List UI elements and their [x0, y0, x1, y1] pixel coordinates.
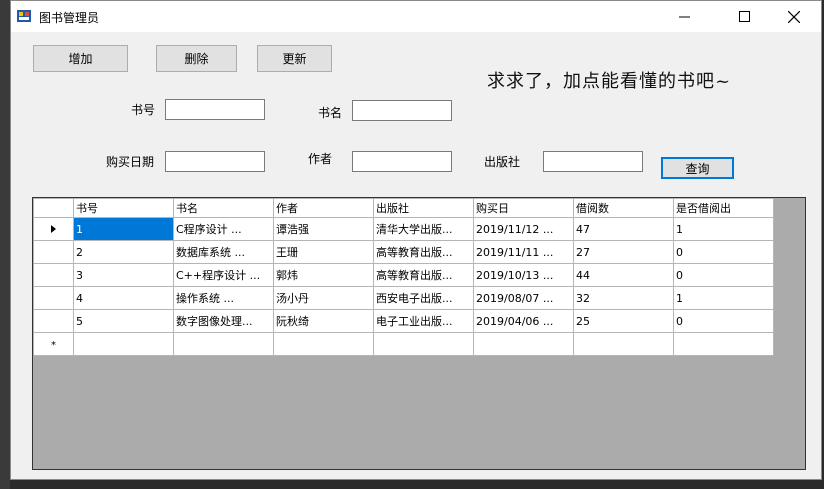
table-cell-new[interactable]	[173, 332, 274, 356]
book-name-input[interactable]	[352, 100, 452, 121]
table-cell[interactable]: 高等教育出版...	[373, 240, 474, 264]
current-row-arrow-icon	[51, 224, 56, 233]
maximize-button[interactable]	[721, 1, 767, 32]
table-cell-new[interactable]	[373, 332, 474, 356]
table-cell[interactable]: 阮秋绮	[273, 309, 374, 333]
column-header-book-name[interactable]: 书名	[173, 198, 274, 218]
table-cell[interactable]: 2019/10/13 ...	[473, 263, 574, 287]
close-button[interactable]	[771, 1, 817, 32]
author-input[interactable]	[352, 151, 452, 172]
table-cell[interactable]: 2019/11/12 ...	[473, 217, 574, 241]
column-header-book-id[interactable]: 书号	[73, 198, 174, 218]
publisher-label: 出版社	[484, 155, 521, 169]
purchase-date-label: 购买日期	[106, 155, 155, 169]
publisher-input[interactable]	[543, 151, 643, 172]
table-cell[interactable]: 数字图像处理...	[173, 309, 274, 333]
table-cell[interactable]: 0	[673, 240, 774, 264]
table-row[interactable]: 2 数据库系统 ... 王珊 高等教育出版... 2019/11/11 ... …	[33, 240, 774, 264]
book-id-label: 书号	[131, 103, 156, 117]
table-cell[interactable]: 王珊	[273, 240, 374, 264]
table-cell[interactable]: C程序设计 ...	[173, 217, 274, 241]
table-cell-new[interactable]	[473, 332, 574, 356]
column-header-is-borrowed[interactable]: 是否借阅出	[673, 198, 774, 218]
column-header-author[interactable]: 作者	[273, 198, 374, 218]
table-cell[interactable]: 1	[73, 217, 174, 241]
book-id-input[interactable]	[165, 99, 265, 120]
table-row[interactable]: 3 C++程序设计 ... 郭炜 高等教育出版... 2019/10/13 ..…	[33, 263, 774, 287]
table-cell[interactable]: 27	[573, 240, 674, 264]
table-cell[interactable]: 操作系统 ...	[173, 286, 274, 310]
table-cell[interactable]: 3	[73, 263, 174, 287]
table-cell[interactable]: 郭炜	[273, 263, 374, 287]
table-row[interactable]: 1 C程序设计 ... 谭浩强 清华大学出版... 2019/11/12 ...…	[33, 217, 774, 241]
table-cell[interactable]: 4	[73, 286, 174, 310]
slogan-text: 求求了，加点能看懂的书吧~	[487, 71, 732, 92]
table-cell[interactable]: 1	[673, 217, 774, 241]
book-name-label: 书名	[318, 106, 343, 120]
minimize-icon	[678, 16, 690, 18]
row-header[interactable]	[33, 286, 74, 310]
title-bar: 图书管理员	[11, 1, 821, 32]
new-row[interactable]: *	[33, 332, 774, 356]
table-row[interactable]: 5 数字图像处理... 阮秋绮 电子工业出版... 2019/04/06 ...…	[33, 309, 774, 333]
table-header-row: 书号 书名 作者 出版社 购买日 借阅数 是否借阅出	[33, 198, 774, 218]
maximize-icon	[738, 11, 750, 22]
table-row[interactable]: 4 操作系统 ... 汤小丹 西安电子出版... 2019/08/07 ... …	[33, 286, 774, 310]
query-button[interactable]: 查询	[661, 157, 734, 179]
table-cell[interactable]: 数据库系统 ...	[173, 240, 274, 264]
row-header[interactable]	[33, 309, 74, 333]
table-cell[interactable]: 2	[73, 240, 174, 264]
table-cell-new[interactable]	[673, 332, 774, 356]
table-cell[interactable]: 清华大学出版...	[373, 217, 474, 241]
row-header-current[interactable]	[33, 217, 74, 241]
purchase-date-input[interactable]	[165, 151, 265, 172]
table-cell[interactable]: 谭浩强	[273, 217, 374, 241]
row-header[interactable]	[33, 240, 74, 264]
column-header-borrow-count[interactable]: 借阅数	[573, 198, 674, 218]
main-window: 图书管理员 增加 删除 更新 求求了，加点能看懂的书吧~ 书号 书名 购买日期 …	[10, 0, 822, 480]
books-data-grid: 书号 书名 作者 出版社 购买日 借阅数 是否借阅出 1 C程序设计 ... 谭…	[32, 197, 806, 470]
table-cell[interactable]: 1	[673, 286, 774, 310]
window-title: 图书管理员	[39, 11, 100, 25]
table-cell[interactable]: 西安电子出版...	[373, 286, 474, 310]
table-cell[interactable]: 汤小丹	[273, 286, 374, 310]
add-button[interactable]: 增加	[33, 45, 128, 72]
table-cell[interactable]: 5	[73, 309, 174, 333]
table-cell[interactable]: 47	[573, 217, 674, 241]
new-row-header[interactable]: *	[33, 332, 74, 356]
table-cell[interactable]: 0	[673, 263, 774, 287]
minimize-button[interactable]	[661, 1, 707, 32]
author-label: 作者	[308, 152, 333, 166]
close-icon	[788, 10, 800, 23]
table-cell[interactable]: 2019/11/11 ...	[473, 240, 574, 264]
app-icon	[17, 10, 31, 22]
table-cell-new[interactable]	[573, 332, 674, 356]
table-cell[interactable]: 高等教育出版...	[373, 263, 474, 287]
column-header-purchase-date[interactable]: 购买日	[473, 198, 574, 218]
books-table: 书号 书名 作者 出版社 购买日 借阅数 是否借阅出 1 C程序设计 ... 谭…	[33, 198, 774, 356]
table-cell[interactable]: 25	[573, 309, 674, 333]
new-row-star-icon: *	[51, 339, 56, 351]
table-cell[interactable]: 2019/08/07 ...	[473, 286, 574, 310]
delete-button[interactable]: 删除	[156, 45, 237, 72]
table-cell[interactable]: 2019/04/06 ...	[473, 309, 574, 333]
table-cell[interactable]: C++程序设计 ...	[173, 263, 274, 287]
table-cell[interactable]: 32	[573, 286, 674, 310]
column-header-publisher[interactable]: 出版社	[373, 198, 474, 218]
update-button[interactable]: 更新	[257, 45, 332, 72]
table-cell-new[interactable]	[273, 332, 374, 356]
background-desktop-strip	[0, 0, 10, 489]
table-cell[interactable]: 电子工业出版...	[373, 309, 474, 333]
table-cell[interactable]: 0	[673, 309, 774, 333]
table-cell-new[interactable]	[73, 332, 174, 356]
row-header[interactable]	[33, 263, 74, 287]
row-header-corner	[33, 198, 74, 218]
table-cell[interactable]: 44	[573, 263, 674, 287]
